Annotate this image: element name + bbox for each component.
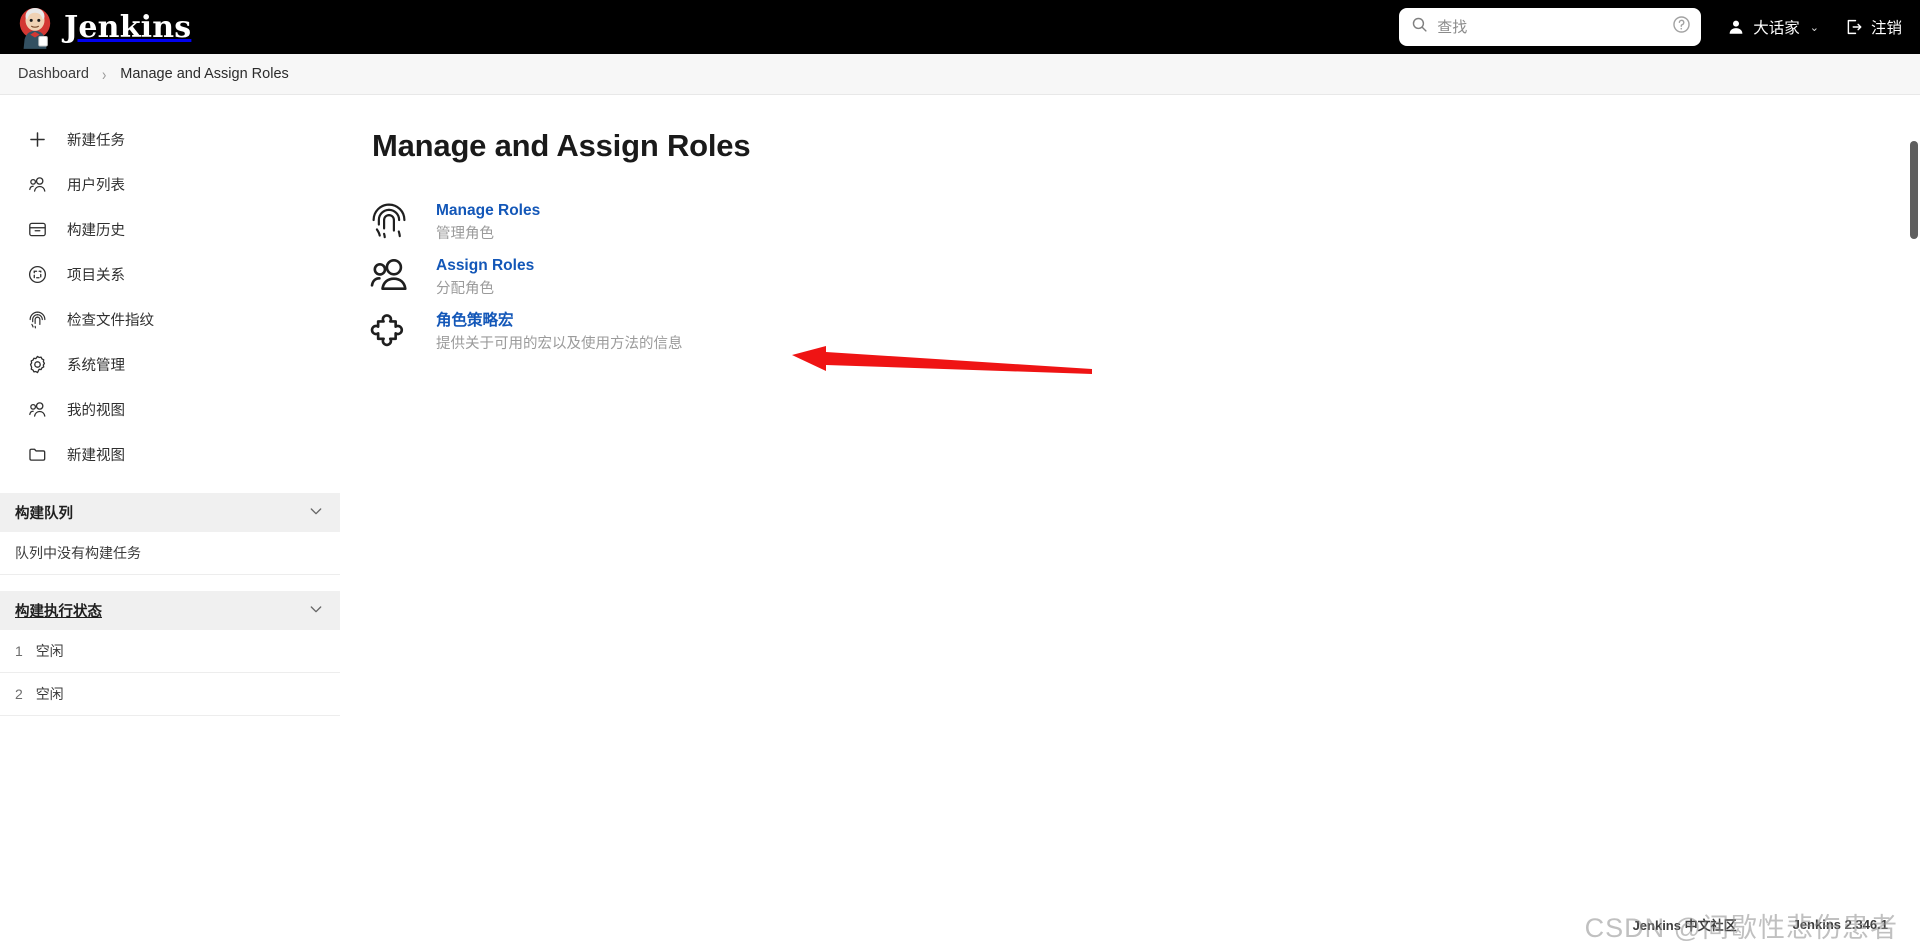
- build-queue-body: 队列中没有构建任务: [0, 532, 340, 575]
- executor-row: 2 空闲: [0, 673, 340, 716]
- search-input[interactable]: [1437, 18, 1673, 36]
- header-right-controls: 大话家 ⌄ 注销: [1399, 0, 1920, 54]
- sidebar-item-label: 用户列表: [67, 178, 125, 194]
- scrollbar-thumb[interactable]: [1910, 141, 1918, 239]
- task-title[interactable]: Manage Roles: [436, 202, 540, 219]
- search-icon: [1411, 16, 1428, 38]
- breadcrumb-item-manage-and-assign-roles[interactable]: Manage and Assign Roles: [120, 66, 288, 82]
- task-text: Manage Roles 管理角色: [436, 197, 540, 245]
- task-text: 角色策略宏 提供关于可用的宏以及使用方法的信息: [436, 307, 683, 355]
- task-title[interactable]: Assign Roles: [436, 257, 534, 274]
- puzzle-piece-icon: [366, 307, 412, 353]
- build-queue-header[interactable]: 构建队列: [0, 493, 340, 532]
- main-content: Manage and Assign Roles Manage Roles 管理角…: [340, 95, 1920, 947]
- fingerprint-icon: [366, 197, 412, 243]
- jenkins-home-link[interactable]: Jenkins: [16, 0, 191, 54]
- fingerprint-icon: [27, 309, 48, 330]
- sidebar-item-label: 构建历史: [67, 223, 125, 239]
- footer-community-link[interactable]: Jenkins 中文社区: [1633, 915, 1737, 934]
- task-list: Manage Roles 管理角色 Assign Roles 分配角色 角色策略…: [366, 194, 1920, 359]
- people-icon: [27, 174, 48, 195]
- task-description: 管理角色: [436, 225, 494, 242]
- build-queue-title: 构建队列: [15, 506, 73, 522]
- sidebar-item-project-relationship[interactable]: 项目关系: [0, 252, 340, 297]
- sidebar: 新建任务 用户列表 构建历史 项目关系 检查文件指纹 系统管理 我的视图 新建视…: [0, 95, 340, 947]
- executor-status-label: 空闲: [35, 686, 64, 702]
- executor-number: 2: [15, 686, 23, 702]
- sidebar-item-label: 新建任务: [67, 133, 125, 149]
- logout-button[interactable]: 注销: [1845, 16, 1902, 38]
- person-icon: [1727, 18, 1745, 36]
- sidebar-item-new-job[interactable]: 新建任务: [0, 117, 340, 162]
- user-menu[interactable]: 大话家 ⌄: [1727, 16, 1819, 38]
- target-circle-icon: [27, 264, 48, 285]
- chevron-down-icon[interactable]: [308, 503, 324, 523]
- chevron-down-icon[interactable]: [308, 601, 324, 621]
- breadcrumb-separator-icon: ›: [101, 64, 107, 84]
- task-title[interactable]: 角色策略宏: [436, 312, 514, 329]
- build-queue-section: 构建队列 队列中没有构建任务: [0, 493, 340, 575]
- page-title: Manage and Assign Roles: [372, 128, 751, 163]
- task-assign-roles[interactable]: Assign Roles 分配角色: [366, 249, 1920, 304]
- breadcrumb-item-dashboard[interactable]: Dashboard: [18, 66, 89, 82]
- task-role-strategy-macros[interactable]: 角色策略宏 提供关于可用的宏以及使用方法的信息: [366, 304, 1920, 359]
- sidebar-item-check-file-fingerprint[interactable]: 检查文件指纹: [0, 297, 340, 342]
- chevron-down-icon: ⌄: [1809, 21, 1819, 34]
- user-name: 大话家: [1753, 20, 1800, 37]
- task-description: 提供关于可用的宏以及使用方法的信息: [436, 335, 683, 352]
- logout-icon: [1845, 18, 1863, 36]
- brand-name: Jenkins: [64, 9, 192, 45]
- sidebar-item-manage-jenkins[interactable]: 系统管理: [0, 342, 340, 387]
- top-header-bar: Jenkins 查找 大话家 ⌄ 注销: [0, 0, 1920, 54]
- logout-label: 注销: [1870, 20, 1902, 37]
- people-icon: [366, 252, 412, 298]
- search-box[interactable]: [1399, 8, 1702, 46]
- folder-icon: [27, 444, 48, 465]
- sidebar-item-users[interactable]: 用户列表: [0, 162, 340, 207]
- page-scrollbar[interactable]: [1907, 95, 1920, 947]
- sidebar-item-label: 项目关系: [67, 268, 125, 284]
- task-manage-roles[interactable]: Manage Roles 管理角色: [366, 194, 1920, 249]
- archive-box-icon: [27, 219, 48, 240]
- sidebar-item-label: 系统管理: [67, 358, 125, 374]
- people-icon: [27, 399, 48, 420]
- executor-status-title: 构建执行状态: [15, 604, 102, 620]
- plus-icon: [27, 129, 48, 150]
- executor-row: 1 空闲: [0, 630, 340, 673]
- sidebar-item-my-views[interactable]: 我的视图: [0, 387, 340, 432]
- executor-status-header[interactable]: 构建执行状态: [0, 591, 340, 630]
- executor-status-section: 构建执行状态 1 空闲 2 空闲: [0, 591, 340, 716]
- build-queue-empty-message: 队列中没有构建任务: [0, 532, 340, 575]
- help-circle-icon[interactable]: [1672, 15, 1691, 39]
- footer-version-label[interactable]: Jenkins 2.346.1: [1793, 917, 1888, 932]
- sidebar-item-label: 检查文件指纹: [67, 313, 154, 329]
- sidebar-item-build-history[interactable]: 构建历史: [0, 207, 340, 252]
- gear-icon: [27, 354, 48, 375]
- jenkins-butler-logo-icon: [16, 5, 54, 49]
- executor-status-body: 1 空闲 2 空闲: [0, 630, 340, 716]
- executor-status-label: 空闲: [35, 643, 64, 659]
- footer: Jenkins 中文社区 Jenkins 2.346.1: [0, 901, 1920, 947]
- sidebar-item-new-view[interactable]: 新建视图: [0, 432, 340, 477]
- breadcrumb: Dashboard › Manage and Assign Roles: [0, 54, 1920, 95]
- sidebar-item-label: 新建视图: [67, 448, 125, 464]
- task-text: Assign Roles 分配角色: [436, 252, 534, 300]
- task-description: 分配角色: [436, 280, 494, 297]
- sidebar-item-label: 我的视图: [67, 403, 125, 419]
- executor-number: 1: [15, 643, 23, 659]
